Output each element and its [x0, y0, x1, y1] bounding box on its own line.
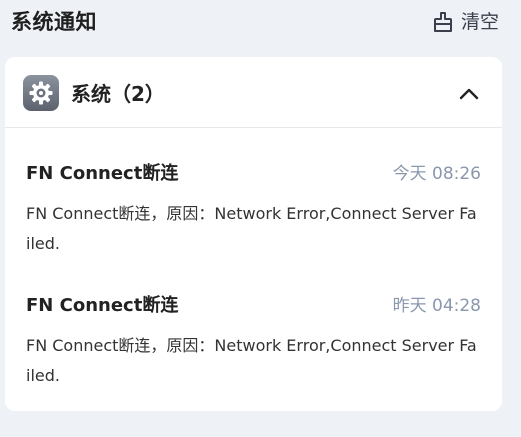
notification-title: FN Connect断连 — [26, 295, 179, 316]
notification-body: FN Connect断连，原因：Network Error,Connect Se… — [26, 336, 477, 385]
collapse-button[interactable] — [454, 79, 484, 109]
notification-group-header[interactable]: 系统（2） — [5, 57, 502, 128]
notification-group-card: 系统（2） FN Connect断连 今天 08:26 FN Connect断连… — [5, 57, 502, 411]
chevron-up-icon — [459, 85, 479, 104]
clear-button[interactable]: 清空 — [433, 8, 499, 36]
notification-item[interactable]: FN Connect断连 今天 08:26 FN Connect断连，原因：Ne… — [26, 161, 481, 261]
broom-icon — [433, 11, 453, 33]
notification-title: FN Connect断连 — [26, 163, 179, 184]
notification-time: 今天 08:26 — [392, 164, 481, 184]
notification-body: FN Connect断连，原因：Network Error,Connect Se… — [26, 204, 477, 253]
notification-header: 系统通知 清空 — [0, 0, 521, 46]
page-title: 系统通知 — [11, 10, 97, 34]
group-title: 系统（2） — [71, 82, 165, 106]
clear-label: 清空 — [460, 11, 499, 33]
gear-icon — [23, 75, 59, 111]
notification-time: 昨天 04:28 — [392, 296, 481, 316]
notification-item[interactable]: FN Connect断连 昨天 04:28 FN Connect断连，原因：Ne… — [26, 293, 481, 393]
